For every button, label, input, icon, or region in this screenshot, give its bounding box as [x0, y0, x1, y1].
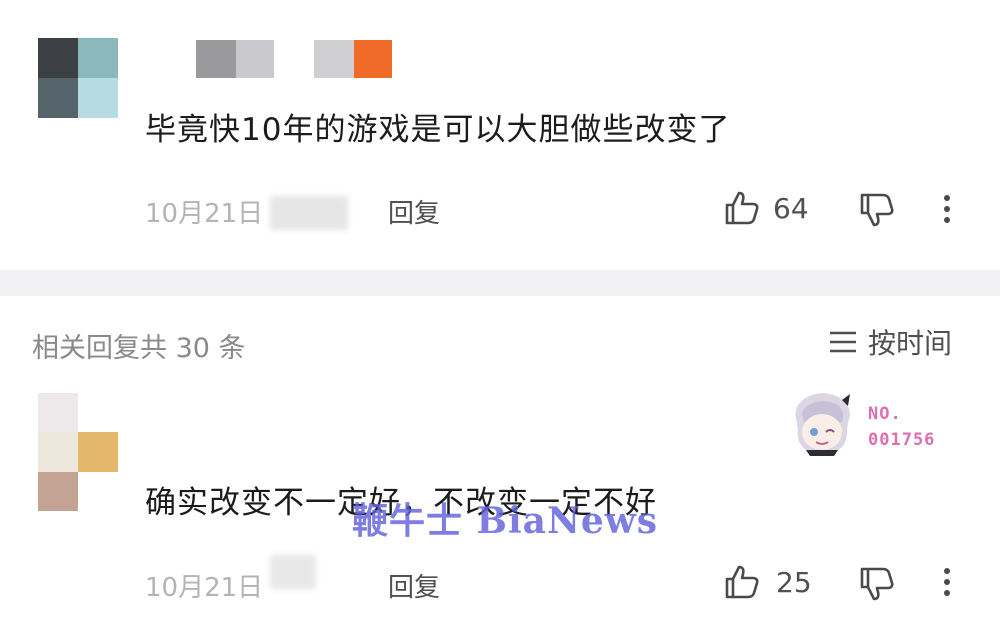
like-button[interactable] — [722, 188, 762, 228]
more-vertical-icon — [944, 568, 950, 596]
sort-label: 按时间 — [868, 327, 953, 360]
like-count: 25 — [776, 566, 812, 599]
ip-location-censored — [270, 196, 348, 230]
dislike-button[interactable] — [857, 190, 897, 230]
thumbs-down-icon — [860, 567, 894, 601]
thumbs-up-icon — [725, 191, 759, 225]
thumbs-down-icon — [860, 193, 894, 227]
watermark: 鞭牛士 BiaNews — [352, 500, 659, 542]
like-count: 64 — [773, 192, 809, 225]
badge-number: 001756 — [868, 430, 936, 450]
avatar[interactable] — [38, 38, 118, 118]
more-button[interactable] — [935, 565, 959, 601]
badge-label: NO. — [868, 404, 902, 424]
comment-text: 毕竟快10年的游戏是可以大胆做些改变了 — [145, 112, 731, 148]
reply-button[interactable]: 回复 — [388, 193, 440, 230]
comment-date: 10月21日 — [145, 199, 264, 229]
collector-badge[interactable]: NO. 001756 — [784, 388, 964, 460]
more-button[interactable] — [935, 192, 959, 228]
like-button[interactable] — [722, 562, 762, 602]
more-vertical-icon — [944, 195, 950, 223]
sort-lines-icon — [830, 331, 856, 353]
ip-location-censored — [270, 555, 316, 589]
dislike-button[interactable] — [857, 564, 897, 604]
reply-date: 10月21日 — [145, 573, 264, 603]
section-divider — [0, 270, 1000, 296]
sort-button[interactable]: 按时间 — [828, 323, 952, 361]
reply-button[interactable]: 回复 — [388, 567, 440, 604]
replies-count-title: 相关回复共 30 条 — [32, 333, 246, 364]
anime-avatar-badge-icon — [795, 393, 850, 456]
username-censored[interactable] — [196, 40, 396, 80]
avatar[interactable] — [38, 393, 118, 511]
thumbs-up-icon — [725, 565, 759, 599]
